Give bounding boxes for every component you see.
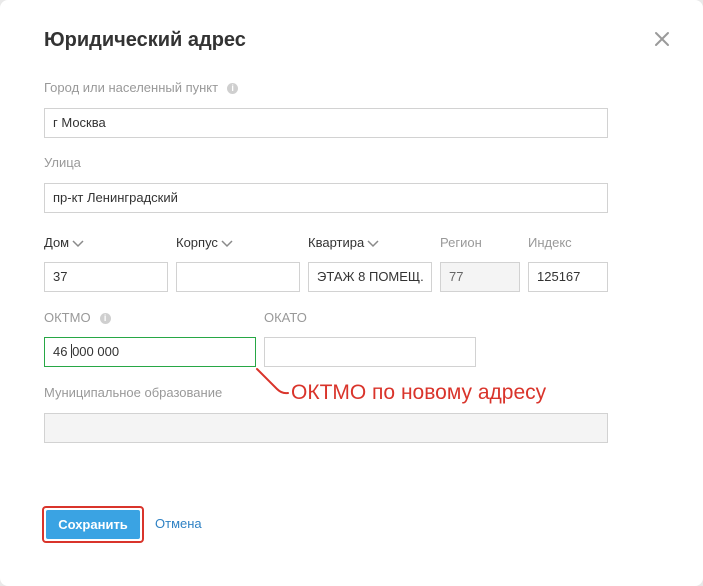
chevron-down-icon [221,240,233,247]
index-value: 125167 [537,269,581,284]
street-input[interactable]: пр-кт Ленинградский [44,183,608,213]
apartment-value: ЭТАЖ 8 ПОМЕЩ. [317,269,424,284]
house-label-text: Дом [44,235,70,250]
apartment-input[interactable]: ЭТАЖ 8 ПОМЕЩ. [308,262,432,292]
close-icon[interactable] [652,29,672,49]
legal-address-dialog: Юридический адрес Город или населенный п… [0,0,703,586]
save-button[interactable]: Сохранить [46,510,140,539]
save-button-highlight: Сохранить [42,506,144,543]
street-value: пр-кт Ленинградский [53,190,178,205]
city-label-text: Город или населенный пункт [44,80,219,95]
building-label[interactable]: Корпус [176,235,233,250]
city-value: г Москва [53,115,106,130]
info-icon[interactable]: i [227,83,239,94]
apartment-label[interactable]: Квартира [308,235,379,250]
oktmo-label: ОКТМО i [44,310,111,325]
region-input: 77 [440,262,520,292]
house-value: 37 [53,269,68,284]
annotation-text: ОКТМО по новому адресу [291,381,547,404]
dialog-title: Юридический адрес [44,29,246,51]
building-label-text: Корпус [176,235,218,250]
oktmo-input[interactable]: 46 000 000 [44,337,256,367]
house-input[interactable]: 37 [44,262,168,292]
apartment-label-text: Квартира [308,235,365,250]
municipal-input [44,413,608,443]
cancel-link[interactable]: Отмена [155,516,202,531]
okato-input[interactable] [264,337,476,367]
oktmo-value-start: 46 [53,344,72,359]
street-label: Улица [44,155,81,170]
index-label: Индекс [528,235,572,250]
chevron-down-icon [367,240,379,247]
house-label[interactable]: Дом [44,235,84,250]
info-icon[interactable]: i [99,313,111,324]
okato-label: ОКАТО [264,310,307,325]
chevron-down-icon [72,240,84,247]
building-input[interactable] [176,262,300,292]
oktmo-value-end: 000 000 [72,344,120,359]
region-label: Регион [440,235,482,250]
annotation-pointer [256,368,289,395]
municipal-label: Муниципальное образование [44,385,223,400]
index-input[interactable]: 125167 [528,262,608,292]
city-label: Город или населенный пункт i [44,80,239,95]
region-value: 77 [449,269,464,284]
city-input[interactable]: г Москва [44,108,608,138]
oktmo-label-text: ОКТМО [44,310,91,325]
